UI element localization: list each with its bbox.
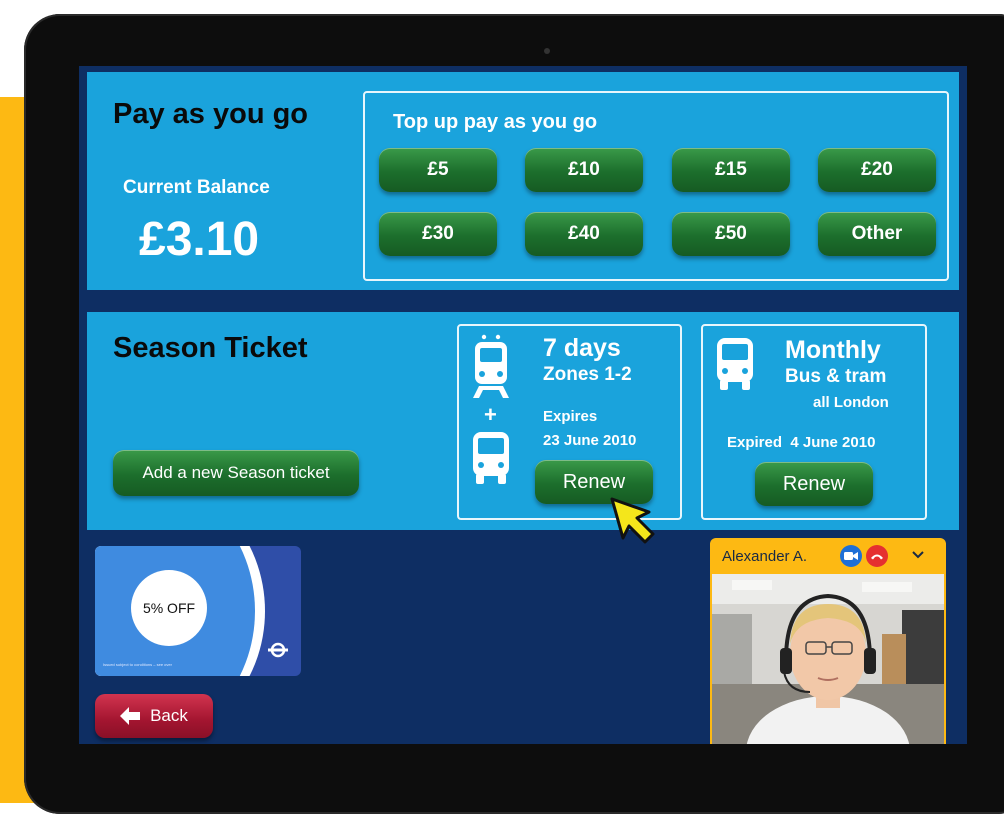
hang-up-icon[interactable] [866,545,888,567]
add-season-ticket-button[interactable]: Add a new Season ticket [113,450,359,496]
card-fineprint: Issued subject to conditions – see over [103,662,172,667]
topup-5-button[interactable]: £5 [379,148,497,192]
chevron-down-icon[interactable] [912,550,924,560]
topup-other-button[interactable]: Other [818,212,936,256]
topup-20-button[interactable]: £20 [818,148,936,192]
back-arrow-icon [120,707,141,725]
payg-panel: Pay as you go Current Balance £3.10 Top … [87,72,959,290]
topup-title: Top up pay as you go [393,111,598,133]
ticket2-duration: Monthly [785,336,881,364]
ticket-monthly: Monthly Bus & tram all London Expired 4 … [701,324,927,520]
discount-badge: 5% OFF [131,570,207,646]
topup-box: Top up pay as you go £5 £10 £15 £20 £30 … [363,91,949,281]
pointer-cursor-icon [610,497,655,544]
oyster-card[interactable]: 5% OFF Issued subject to conditions – se… [95,546,301,676]
back-button[interactable]: Back [95,694,213,738]
topup-10-button[interactable]: £10 [525,148,643,192]
ticket1-zones: Zones 1-2 [543,364,632,385]
caller-video [712,574,944,744]
roundel-icon [268,642,288,658]
video-call-panel: Alexander A. [710,538,946,744]
train-icon [473,334,509,398]
bus-icon [473,432,509,484]
video-camera-icon[interactable] [840,545,862,567]
ticket2-renew-button[interactable]: Renew [755,462,873,506]
ticket2-type: Bus & tram [785,366,887,387]
ticket2-area: all London [813,394,889,411]
payg-title: Pay as you go [113,98,309,130]
ticket1-expires-label: Expires [543,408,598,425]
ticket-7-days: + 7 days Zones 1-2 Expires 23 June 2010 … [457,324,682,520]
topup-30-button[interactable]: £30 [379,212,497,256]
topup-15-button[interactable]: £15 [672,148,790,192]
season-title: Season Ticket [113,332,308,364]
topup-50-button[interactable]: £50 [672,212,790,256]
caller-name: Alexander A. [722,548,808,565]
season-panel: Season Ticket Add a new Season ticket + … [87,312,959,544]
ticket1-expires-date: 23 June 2010 [543,432,637,449]
balance-value: £3.10 [139,213,260,266]
balance-label: Current Balance [123,177,270,198]
ticket2-expired: Expired 4 June 2010 [727,434,876,451]
back-label: Back [150,706,188,725]
ticket1-duration: 7 days [543,334,621,362]
front-camera [544,48,550,54]
ticket1-plus: + [484,402,497,427]
topup-40-button[interactable]: £40 [525,212,643,256]
bus-icon [717,338,753,390]
kiosk-screen: Pay as you go Current Balance £3.10 Top … [79,66,967,744]
caller-photo [712,574,944,744]
